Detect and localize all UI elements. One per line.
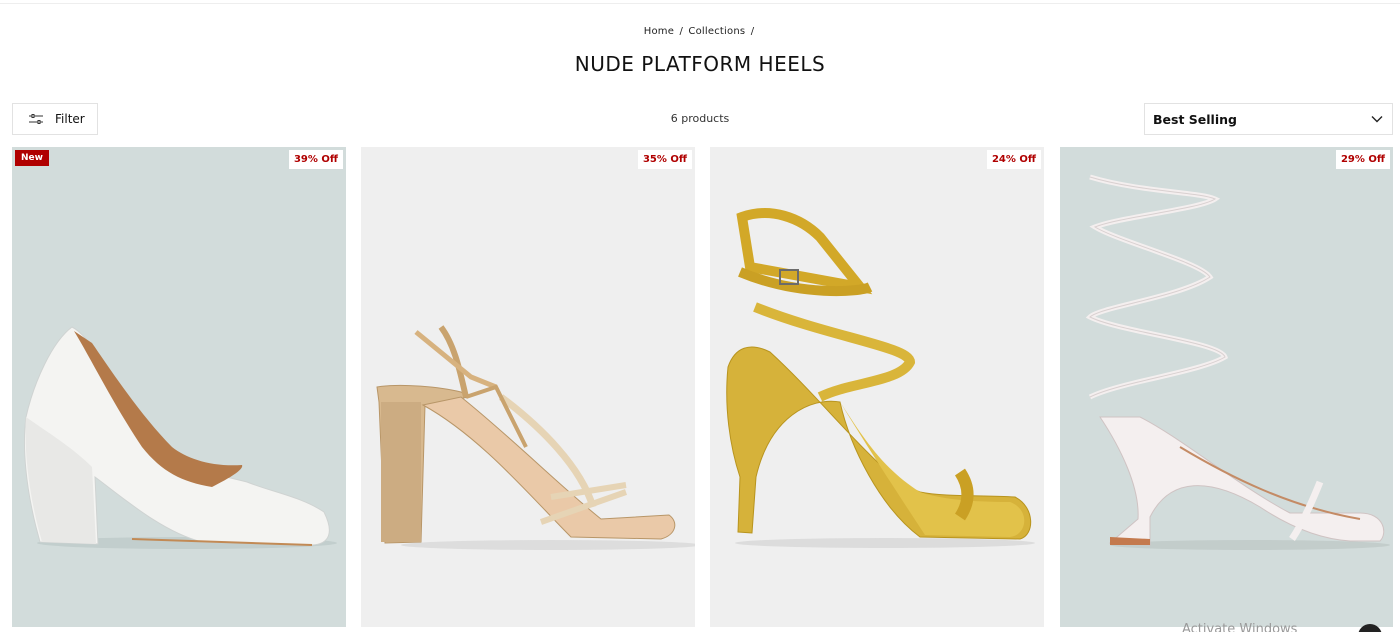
breadcrumb-separator: / [750,26,755,37]
chevron-down-icon [1371,116,1383,123]
sliders-icon [29,114,43,124]
discount-badge: 29% Off [1335,150,1390,169]
discount-badge: 39% Off [288,150,343,169]
filter-label: Filter [55,112,85,126]
breadcrumb: Home / Collections / [0,26,1400,37]
product-card[interactable]: New 39% Off [12,147,346,627]
product-card[interactable]: 24% Off [710,147,1044,627]
breadcrumb-home-link[interactable]: Home [644,26,674,37]
product-card[interactable]: 29% Off [1060,147,1393,627]
filter-button[interactable]: Filter [12,103,98,135]
white-lace-up-sandal-product-image [1060,147,1393,627]
discount-badge: 24% Off [986,150,1041,169]
white-pump-product-image [12,147,346,627]
activate-windows-watermark: Activate Windows [1182,622,1298,632]
discount-badge: 35% Off [637,150,692,169]
header-divider [0,3,1400,4]
gold-sandal-product-image [361,147,695,627]
sort-select[interactable]: Best Selling [1144,103,1393,135]
breadcrumb-separator: / [679,26,684,37]
new-badge: New [15,150,49,166]
breadcrumb-collections-link[interactable]: Collections [688,26,745,37]
product-card[interactable]: 35% Off [361,147,695,627]
sort-selected-value: Best Selling [1153,111,1237,127]
page-title: NUDE PLATFORM HEELS [574,52,826,76]
mustard-sandal-product-image [710,147,1044,627]
